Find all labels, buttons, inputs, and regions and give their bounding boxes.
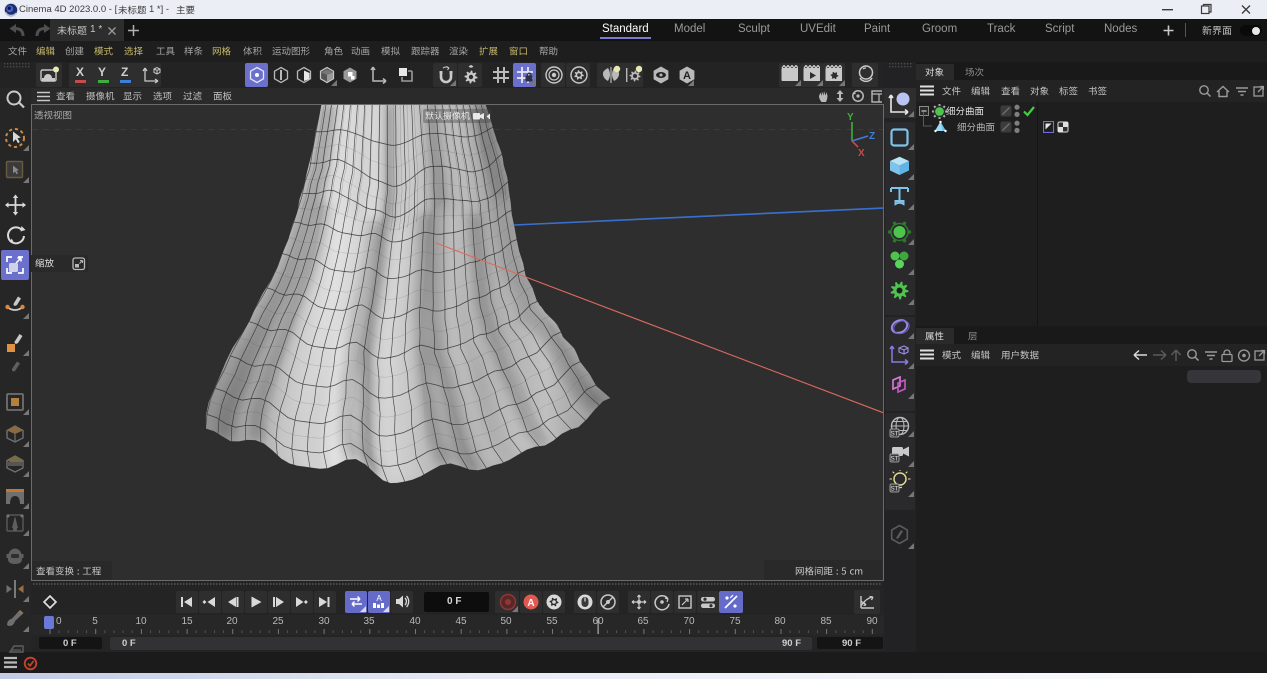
svg-text:Z: Z bbox=[869, 131, 875, 142]
svg-text:ST: ST bbox=[890, 431, 898, 438]
svg-text:Y: Y bbox=[847, 112, 854, 123]
svg-text:A: A bbox=[376, 594, 382, 603]
svg-text:X: X bbox=[858, 148, 865, 159]
svg-text:ST: ST bbox=[890, 456, 898, 463]
svg-text:A: A bbox=[527, 598, 534, 609]
svg-text:ST: ST bbox=[890, 486, 898, 493]
